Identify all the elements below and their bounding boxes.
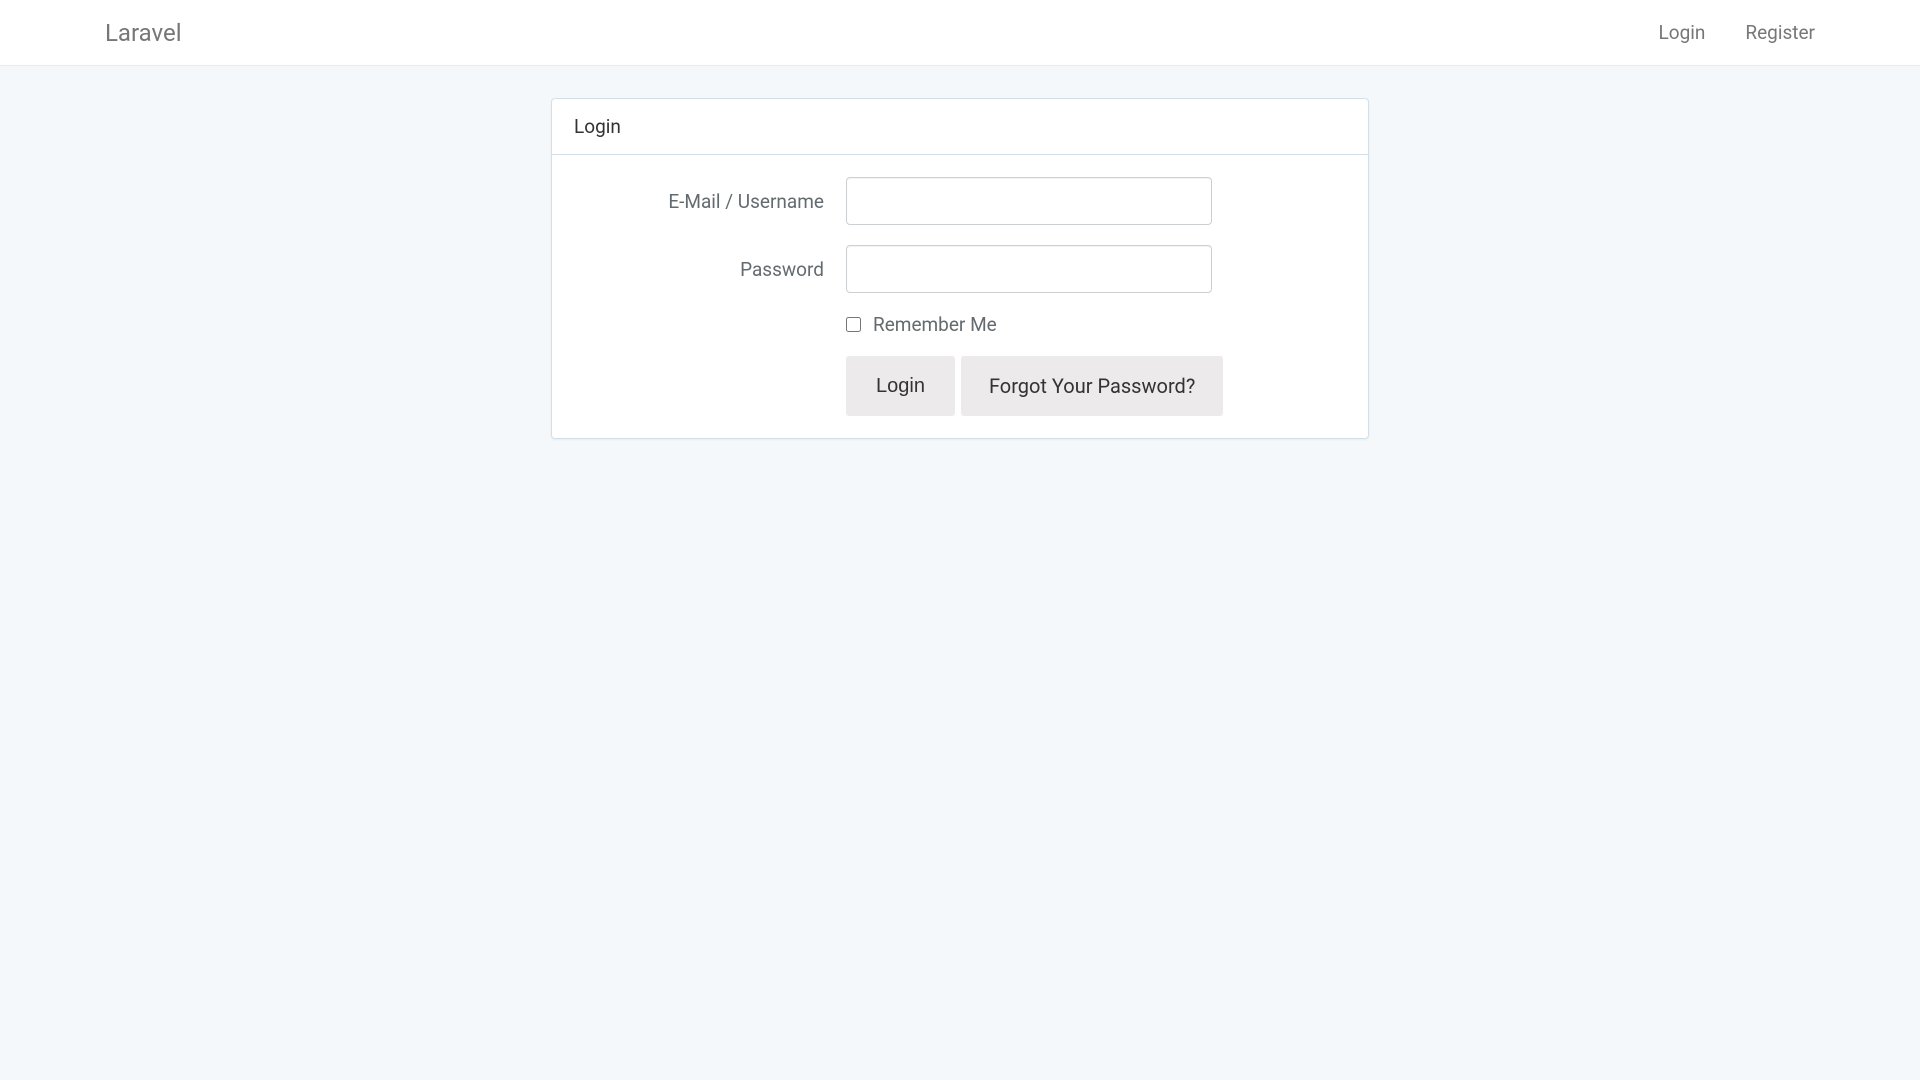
navbar: Laravel Login Register [0,0,1920,66]
form-group-remember: Remember Me [574,313,1346,336]
nav-link-register[interactable]: Register [1745,21,1815,44]
email-label: E-Mail / Username [574,190,846,213]
panel-heading: Login [552,99,1368,155]
navbar-brand[interactable]: Laravel [105,19,182,47]
login-panel: Login E-Mail / Username Password Remembe… [551,98,1369,439]
form-group-password: Password [574,245,1346,293]
checkbox-wrapper: Remember Me [846,313,997,336]
main-container: Login E-Mail / Username Password Remembe… [551,98,1369,439]
button-row: Login Forgot Your Password? [846,356,1346,416]
email-input[interactable] [846,177,1212,225]
forgot-password-link[interactable]: Forgot Your Password? [961,356,1223,416]
login-button[interactable]: Login [846,356,955,416]
password-input[interactable] [846,245,1212,293]
form-group-email: E-Mail / Username [574,177,1346,225]
navbar-nav: Login Register [1659,21,1815,44]
panel-body: E-Mail / Username Password Remember Me L… [552,155,1368,438]
remember-label[interactable]: Remember Me [873,313,997,336]
remember-checkbox[interactable] [846,317,861,332]
nav-link-login[interactable]: Login [1659,21,1706,44]
password-label: Password [574,258,846,281]
